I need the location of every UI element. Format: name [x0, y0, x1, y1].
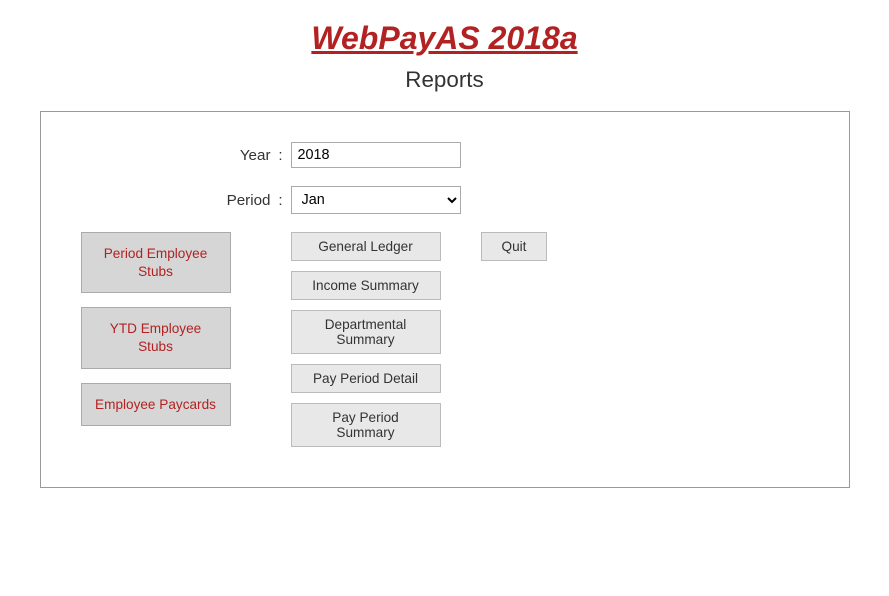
- main-container: Year : Period : Jan Feb Mar Apr May Jun …: [40, 111, 850, 488]
- period-row: Period : Jan Feb Mar Apr May Jun Jul Aug…: [201, 186, 809, 214]
- period-employee-stubs-button[interactable]: Period Employee Stubs: [81, 232, 231, 293]
- pay-period-detail-button[interactable]: Pay Period Detail: [291, 364, 441, 393]
- period-colon: :: [271, 192, 291, 209]
- year-row: Year :: [201, 142, 809, 168]
- period-label: Period: [201, 192, 271, 209]
- page-title: Reports: [405, 67, 483, 93]
- right-buttons-group: General Ledger Income Summary Department…: [291, 232, 441, 447]
- quit-area: Quit: [441, 232, 548, 271]
- year-label: Year: [201, 147, 271, 164]
- pay-period-summary-button[interactable]: Pay Period Summary: [291, 403, 441, 447]
- general-ledger-button[interactable]: General Ledger: [291, 232, 441, 261]
- left-buttons-group: Period Employee Stubs YTD Employee Stubs…: [81, 232, 231, 426]
- departmental-summary-button[interactable]: Departmental Summary: [291, 310, 441, 354]
- employee-paycards-button[interactable]: Employee Paycards: [81, 383, 231, 427]
- quit-button[interactable]: Quit: [481, 232, 548, 261]
- ytd-employee-stubs-button[interactable]: YTD Employee Stubs: [81, 307, 231, 368]
- income-summary-button[interactable]: Income Summary: [291, 271, 441, 300]
- year-colon: :: [271, 147, 291, 164]
- year-input[interactable]: [291, 142, 461, 168]
- app-title: WebPayAS 2018a: [311, 20, 577, 57]
- period-select[interactable]: Jan Feb Mar Apr May Jun Jul Aug Sep Oct …: [291, 186, 461, 214]
- buttons-area: Period Employee Stubs YTD Employee Stubs…: [81, 232, 809, 447]
